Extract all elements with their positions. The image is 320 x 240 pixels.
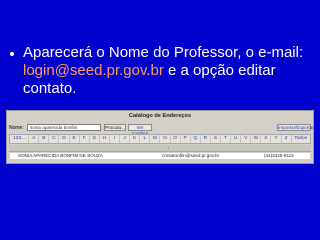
letter-filter-item[interactable]: O — [171, 135, 181, 143]
contact-phone: (44)3425-6115 — [264, 153, 294, 158]
search-input[interactable]: sonia aparecida bonfim — [27, 124, 101, 131]
letter-filter-item[interactable]: L — [140, 135, 151, 143]
letter-filter-item[interactable]: D — [59, 135, 70, 143]
letter-filter-item[interactable]: Y — [271, 135, 282, 143]
letter-filter-item[interactable]: B — [39, 135, 50, 143]
bullet-text-start: Aparecerá o Nome do Professor, o e-mail: — [23, 44, 304, 61]
letter-filter-item[interactable]: M — [150, 135, 161, 143]
letter-filter-item[interactable]: P — [181, 135, 191, 143]
letter-filter-item[interactable]: N — [160, 135, 171, 143]
letter-filter-item[interactable]: G — [90, 135, 100, 143]
letter-filter-item[interactable]: F — [80, 135, 90, 143]
sort-arrow-icon[interactable]: ↑ — [167, 145, 169, 151]
search-button[interactable]: Procura... — [104, 124, 126, 131]
letter-filter-item[interactable]: I — [110, 135, 121, 143]
letter-filter-item[interactable]: H — [100, 135, 110, 143]
import-export-button[interactable]: Importar/Exportar — [277, 124, 314, 131]
table-row[interactable]: SONIA APARECIDA BONFIM DE SOUZA contaton… — [9, 152, 311, 160]
contact-email[interactable]: contatonfim@seed.pr.gov.br — [162, 153, 219, 159]
show-cards-button[interactable]: Ver Cartões — [128, 124, 152, 136]
letter-filter-item[interactable]: V — [241, 135, 252, 143]
letter-filter-item[interactable]: X — [261, 135, 272, 143]
letter-filter-item[interactable]: J — [120, 135, 131, 143]
letter-filter-bar: 123... A B C D E F G H I J K L M N O P Q… — [9, 134, 311, 144]
letter-filter-item[interactable]: E — [70, 135, 80, 143]
address-book-window: Catálogo de Endereços Nome: sonia aparec… — [6, 110, 314, 164]
search-toolbar: Nome: sonia aparecida bonfim Procura... … — [9, 124, 314, 136]
bullet-dot — [10, 52, 14, 56]
letter-filter-item[interactable]: Q — [191, 135, 201, 143]
letter-filter-item[interactable]: Z — [282, 135, 292, 143]
letter-filter-item[interactable]: A — [29, 135, 40, 143]
letter-filter-item[interactable]: W — [251, 135, 262, 143]
letter-filter-item[interactable]: U — [231, 135, 242, 143]
email-highlight: login@seed.pr.gov.br — [23, 62, 164, 79]
letter-filter-item[interactable]: R — [201, 135, 211, 143]
letter-filter-item[interactable]: Todos — [292, 135, 310, 143]
letter-filter-item[interactable]: K — [130, 135, 141, 143]
contact-name: SONIA APARECIDA BONFIM DE SOUZA — [18, 153, 103, 158]
table-header: ↑ — [9, 145, 311, 152]
address-book-title: Catálogo de Endereços — [128, 113, 192, 119]
letter-filter-item[interactable]: 123... — [10, 135, 30, 143]
search-label: Nome: — [9, 125, 24, 131]
bullet-text: Aparecerá o Nome do Professor, o e-mail:… — [23, 44, 310, 98]
letter-filter-item[interactable]: T — [221, 135, 232, 143]
letter-filter-item[interactable]: C — [49, 135, 60, 143]
slide-bullet: Aparecerá o Nome do Professor, o e-mail:… — [10, 44, 310, 98]
letter-filter-item[interactable]: S — [211, 135, 221, 143]
